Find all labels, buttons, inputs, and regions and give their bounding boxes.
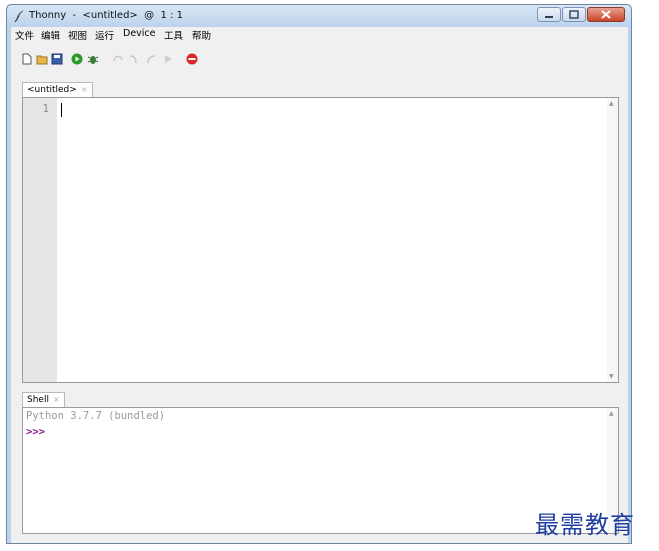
close-button[interactable] <box>587 7 625 22</box>
stop-icon[interactable] <box>186 53 198 65</box>
menu-device[interactable]: Device <box>123 28 156 39</box>
menu-run[interactable]: 运行 <box>95 28 114 42</box>
maximize-icon <box>569 10 579 19</box>
tab-close-icon[interactable]: × <box>81 85 88 94</box>
title-bar[interactable]: Thonny - <untitled> @ 1 : 1 <box>7 5 631 27</box>
line-number-gutter: 1 <box>23 98 57 382</box>
menu-edit[interactable]: 编辑 <box>41 28 60 42</box>
menu-bar: 文件 编辑 视图 运行 Device 工具 帮助 <box>11 27 628 42</box>
window-title: Thonny - <untitled> @ 1 : 1 <box>29 10 183 21</box>
app-window: Thonny - <untitled> @ 1 : 1 文件 编辑 视图 运行 … <box>6 4 632 544</box>
scroll-up-icon[interactable]: ▲ <box>609 410 614 417</box>
tab-untitled[interactable]: <untitled> × <box>22 82 93 97</box>
menu-tools[interactable]: 工具 <box>164 28 183 42</box>
menu-file[interactable]: 文件 <box>15 28 34 42</box>
run-icon[interactable] <box>71 53 83 65</box>
scroll-up-icon[interactable]: ▲ <box>609 100 614 107</box>
close-icon <box>601 10 611 19</box>
minimize-button[interactable] <box>537 7 561 22</box>
tab-shell[interactable]: Shell × <box>22 392 65 407</box>
watermark-text: 最需教育 <box>535 511 635 539</box>
step-over-icon[interactable] <box>112 53 124 65</box>
thonny-feather-icon <box>14 10 24 23</box>
shell-prompt: >>> <box>26 426 45 438</box>
text-cursor <box>61 103 62 117</box>
menu-help[interactable]: 帮助 <box>192 28 211 42</box>
line-number: 1 <box>42 103 49 115</box>
tab-untitled-label: <untitled> <box>27 85 77 95</box>
step-out-icon[interactable] <box>145 53 157 65</box>
main-area: <untitled> × 1 ▲ ▼ Shell × Python 3.7.7 (b… <box>11 41 628 543</box>
minimize-icon <box>545 16 553 18</box>
window-controls <box>537 7 625 22</box>
resume-icon[interactable] <box>162 53 174 65</box>
maximize-button[interactable] <box>562 7 586 22</box>
save-icon[interactable] <box>51 53 63 65</box>
menu-view[interactable]: 视图 <box>68 28 87 42</box>
scroll-down-icon[interactable]: ▼ <box>609 373 614 380</box>
editor-scrollbar[interactable]: ▲ ▼ <box>607 98 618 382</box>
debug-icon[interactable] <box>87 53 99 65</box>
open-file-icon[interactable] <box>36 53 48 65</box>
step-into-icon[interactable] <box>128 53 140 65</box>
shell-panel[interactable]: Python 3.7.7 (bundled) >>> ▲ <box>22 407 619 534</box>
code-editor[interactable]: 1 ▲ ▼ <box>22 97 619 383</box>
shell-banner: Python 3.7.7 (bundled) <box>26 410 166 422</box>
tab-shell-label: Shell <box>27 395 49 405</box>
tab-close-icon[interactable]: × <box>53 395 60 404</box>
new-file-icon[interactable] <box>21 53 33 65</box>
